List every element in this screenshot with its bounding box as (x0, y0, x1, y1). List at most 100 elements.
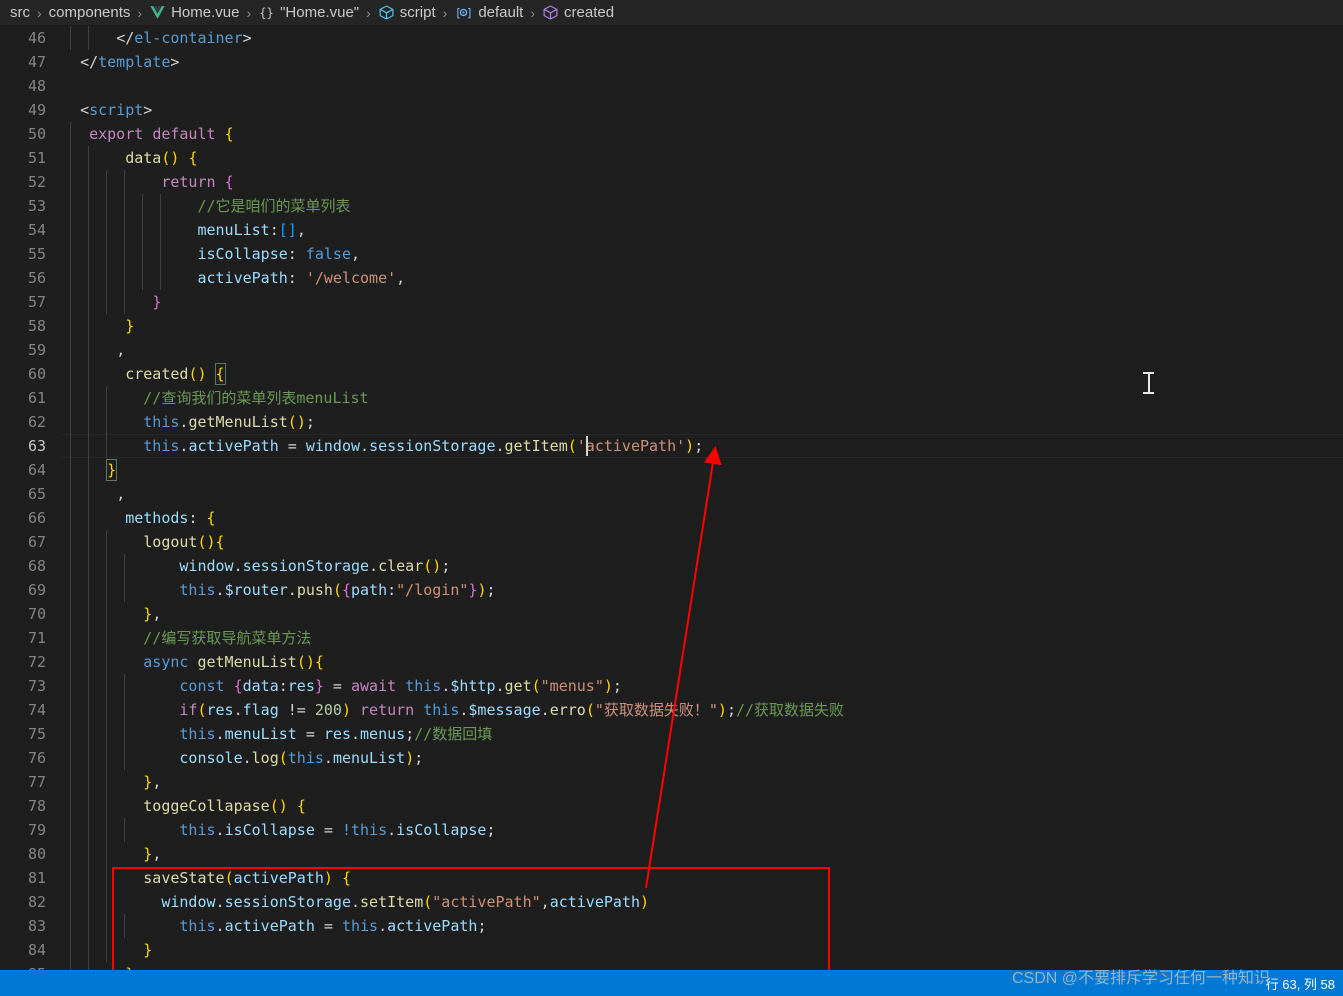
code-line[interactable]: 81 saveState(activePath) { (0, 866, 1343, 890)
code-text: } (106, 459, 118, 481)
code-text: this.getMenuList(); (143, 413, 315, 431)
code-line[interactable]: 69 this.$router.push({path:"/login"}); (0, 578, 1343, 602)
breadcrumb-item-components[interactable]: components (49, 4, 131, 21)
code-text: this.menuList = res.menus;//数据回填 (179, 725, 493, 743)
breadcrumb-item-home-vue[interactable]: Home.vue (149, 4, 239, 21)
breadcrumb-separator: › (137, 4, 143, 21)
code-line[interactable]: 68 window.sessionStorage.clear(); (0, 554, 1343, 578)
line-number: 58 (27, 317, 46, 335)
code-line[interactable]: 59 , (0, 338, 1343, 362)
code-line[interactable]: 72 async getMenuList(){ (0, 650, 1343, 674)
line-number: 69 (27, 581, 46, 599)
svg-text:{}: {} (259, 6, 274, 20)
code-line[interactable]: 79 this.isCollapse = !this.isCollapse; (0, 818, 1343, 842)
code-line[interactable]: 77 }, (0, 770, 1343, 794)
code-line[interactable]: 47 </template> (0, 50, 1343, 74)
breadcrumb-item-created[interactable]: created (542, 4, 614, 21)
code-line[interactable]: 83 this.activePath = this.activePath; (0, 914, 1343, 938)
code-line[interactable]: 75 this.menuList = res.menus;//数据回填 (0, 722, 1343, 746)
code-text: async getMenuList(){ (143, 653, 324, 671)
breadcrumb-separator: › (246, 4, 252, 21)
line-number: 63 (27, 437, 46, 455)
breadcrumb-item-label: Home.vue (171, 4, 240, 21)
code-line[interactable]: 46 </el-container> (0, 26, 1343, 50)
line-number: 60 (27, 365, 46, 383)
code-line[interactable]: 65 , (0, 482, 1343, 506)
code-text: const {data:res} = await this.$http.get(… (179, 677, 622, 695)
code-text: //查询我们的菜单列表menuList (143, 389, 369, 407)
code-line[interactable]: 78 toggeCollapase() { (0, 794, 1343, 818)
code-line[interactable]: 80 }, (0, 842, 1343, 866)
code-line[interactable]: 66 methods: { (0, 506, 1343, 530)
code-line[interactable]: 53 //它是咱们的菜单列表 (0, 194, 1343, 218)
code-text: this.isCollapse = !this.isCollapse; (179, 821, 496, 839)
code-line[interactable]: 52 return { (0, 170, 1343, 194)
code-line[interactable]: 76 console.log(this.menuList); (0, 746, 1343, 770)
code-line[interactable]: 57 } (0, 290, 1343, 314)
code-line[interactable]: 60 created() { (0, 362, 1343, 386)
code-text: window.sessionStorage.clear(); (179, 557, 451, 575)
code-text: }, (143, 845, 162, 863)
line-number: 76 (27, 749, 46, 767)
code-text: }, (143, 773, 162, 791)
code-line[interactable]: 55 isCollapse: false, (0, 242, 1343, 266)
module-cube-icon (378, 4, 395, 21)
line-number: 61 (27, 389, 46, 407)
breadcrumb-item-label: "Home.vue" (280, 4, 360, 21)
code-line[interactable]: 70 }, (0, 602, 1343, 626)
code-text: logout(){ (143, 533, 225, 551)
object-braces-icon: {} (258, 4, 275, 21)
line-number: 48 (27, 77, 46, 95)
code-text: data() { (125, 149, 198, 167)
code-lines-container[interactable]: 46 </el-container> 47 </template> 48 49 <sc… (0, 26, 1343, 970)
code-line[interactable]: 71 //编写获取导航菜单方法 (0, 626, 1343, 650)
code-text: //它是咱们的菜单列表 (197, 197, 351, 215)
code-line[interactable]: 63 this.activePath = window.sessionStora… (0, 434, 1343, 458)
code-line[interactable]: 49 <script> (0, 98, 1343, 122)
code-editor[interactable]: 46 </el-container> 47 </template> 48 49 <sc… (0, 26, 1343, 970)
code-line[interactable]: 48 (0, 74, 1343, 98)
code-text: this.activePath = this.activePath; (179, 917, 487, 935)
line-number: 85 (0, 962, 46, 970)
line-number: 46 (27, 29, 46, 47)
breadcrumb-item-script[interactable]: script (378, 4, 436, 21)
breadcrumb-item--home-vue-[interactable]: {} "Home.vue" (258, 4, 359, 21)
code-text: console.log(this.menuList); (179, 749, 424, 767)
code-line[interactable]: 56 activePath: '/welcome', (0, 266, 1343, 290)
cursor-position-label[interactable]: 行 63, 列 58 (1266, 974, 1335, 993)
line-number: 70 (27, 605, 46, 623)
code-text: , (116, 485, 126, 503)
code-line[interactable]: 67 logout(){ (0, 530, 1343, 554)
code-line[interactable]: 62 this.getMenuList(); (0, 410, 1343, 434)
status-bar: 行 63, 列 58 (0, 970, 1343, 996)
code-line[interactable]: 64 } (0, 458, 1343, 482)
code-line[interactable]: 50 export default { (0, 122, 1343, 146)
code-line[interactable]: 74 if(res.flag != 200) return this.$mess… (0, 698, 1343, 722)
code-line[interactable]: 85 } (0, 962, 1343, 970)
code-line[interactable]: 54 menuList:[], (0, 218, 1343, 242)
code-line[interactable]: 82 window.sessionStorage.setItem("active… (0, 890, 1343, 914)
code-text: } (143, 941, 153, 959)
line-number: 52 (27, 173, 46, 191)
breadcrumb-separator: › (366, 4, 371, 21)
line-number: 57 (27, 293, 46, 311)
line-number: 53 (27, 197, 46, 215)
code-text: , (116, 341, 126, 359)
line-number: 55 (27, 245, 46, 263)
breadcrumb-item-label: created (564, 4, 615, 21)
code-line[interactable]: 61 //查询我们的菜单列表menuList (0, 386, 1343, 410)
code-line[interactable]: 73 const {data:res} = await this.$http.g… (0, 674, 1343, 698)
code-line[interactable]: 51 data() { (0, 146, 1343, 170)
line-number: 71 (27, 629, 46, 647)
code-line[interactable]: 84 } (0, 938, 1343, 962)
breadcrumb-item-default[interactable]: [] default (454, 4, 524, 21)
line-number: 72 (27, 653, 46, 671)
code-line[interactable]: 58 } (0, 314, 1343, 338)
field-symbol-icon: [] (454, 4, 473, 21)
line-number: 82 (27, 893, 46, 911)
breadcrumb-item-src[interactable]: src (10, 4, 30, 21)
code-text: export default { (89, 125, 234, 143)
code-text: }, (143, 605, 162, 623)
code-text: </template> (80, 53, 180, 71)
code-text: toggeCollapase() { (143, 797, 306, 815)
